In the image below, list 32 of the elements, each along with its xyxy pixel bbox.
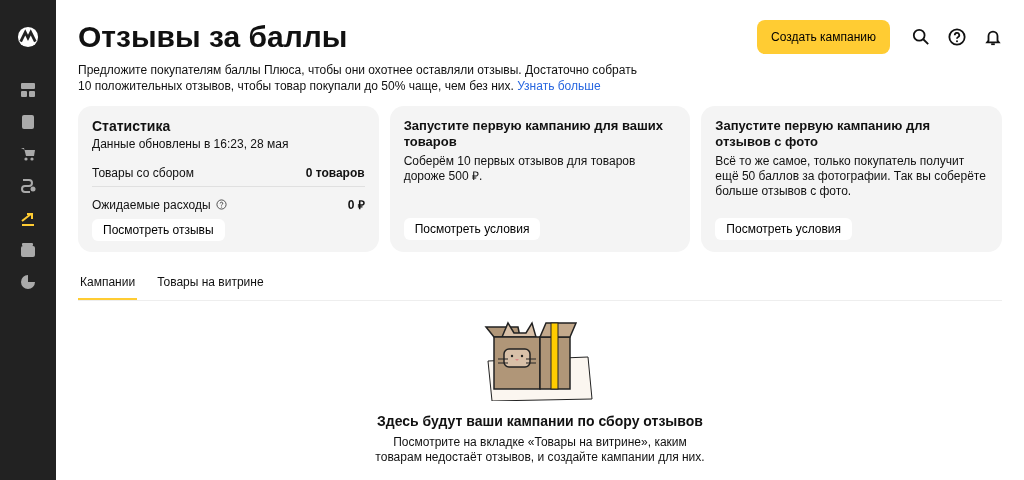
tab[interactable]: Кампании xyxy=(78,272,138,300)
empty-state-text: Посмотрите на вкладке «Товары на витрине», каким товарам недостаёт отзывов, и создайте кампании для них. xyxy=(375,435,705,465)
dashboard-icon[interactable] xyxy=(20,82,36,98)
help-icon[interactable] xyxy=(948,28,966,46)
card-title: Статистика xyxy=(92,118,172,134)
intro-text: Предложите покупателям баллы Плюса, чтобы они охотнее оставляли отзывы. Достаточно собрать 10 положительных отзывов, чтобы товар покупали до 50% чаще, чем без них. Узнать больше xyxy=(78,62,638,94)
wallet-icon[interactable] xyxy=(20,242,36,258)
stat-value: 0 товаров xyxy=(305,166,365,180)
trend-icon[interactable] xyxy=(20,210,36,226)
card-title: Запустите первую кампанию для отзывов с фото xyxy=(715,118,931,150)
update-time: Данные обновлены в 16:23, 28 мая xyxy=(92,137,290,151)
tab[interactable]: Товары на витрине xyxy=(155,272,266,300)
box-icon[interactable] xyxy=(20,114,36,130)
stat-label: Товары со сбором xyxy=(92,166,194,180)
view-reviews-button[interactable]: Посмотреть отзывы xyxy=(92,219,225,241)
page-title: Отзывы за баллы xyxy=(78,20,349,54)
stat-label: Ожидаемые расходы xyxy=(92,197,211,212)
notification-bell-icon[interactable] xyxy=(984,28,1002,46)
stat-value: 0 ₽ xyxy=(347,197,365,213)
card-text: Соберём 10 первых отзывов для товаров дороже 500 ₽. xyxy=(403,154,637,184)
card-text: Всё то же самое, только покупатель получит ещё 50 баллов за фотографии. Так вы соберёте больше отзывов с фото. xyxy=(715,154,987,199)
view-terms-button[interactable]: Посмотреть условия xyxy=(715,218,853,240)
create-campaign-button[interactable]: Создать кампанию xyxy=(757,20,890,54)
empty-state-title: Здесь будут ваши кампании по сбору отзывов xyxy=(377,413,703,429)
view-terms-button[interactable]: Посмотреть условия xyxy=(403,218,541,240)
cart-icon[interactable] xyxy=(20,146,36,162)
logo-icon[interactable] xyxy=(17,26,39,48)
learn-more-link[interactable]: Узнать больше xyxy=(517,79,601,93)
card-title: Запустите первую кампанию для ваших товаров xyxy=(403,118,665,150)
search-icon[interactable] xyxy=(912,28,930,46)
pie-icon[interactable] xyxy=(20,274,36,290)
route-icon[interactable] xyxy=(20,178,36,194)
